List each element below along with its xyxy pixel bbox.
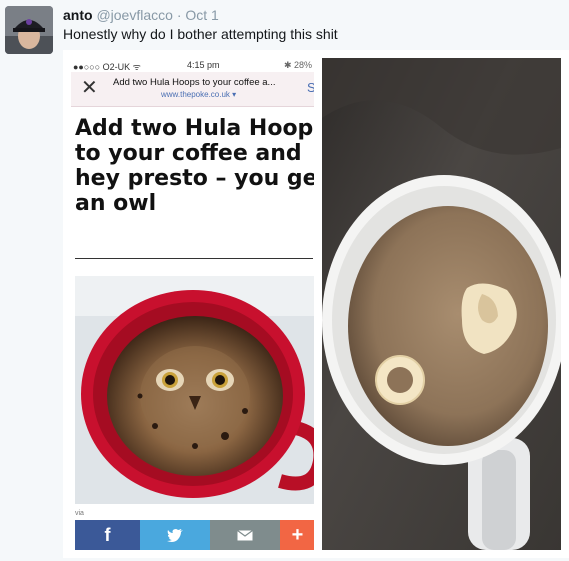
more-share-button[interactable]: +	[280, 520, 314, 550]
tweet-media[interactable]: ●●○○○ O2-UK ᯤ 4:15 pm ✱ 28% ✕ Add two Hu…	[63, 50, 569, 558]
author-name[interactable]: anto	[63, 7, 93, 23]
tweet-text: Honestly why do I bother attempting this…	[63, 26, 338, 42]
share-bar: f +	[75, 520, 314, 550]
avatar-image	[5, 6, 53, 54]
status-time: 4:15 pm	[187, 60, 220, 70]
browser-page-url: www.thepoke.co.uk ▾	[161, 90, 237, 99]
coffee-attempt-photo	[322, 58, 561, 550]
owl-coffee-photo	[75, 276, 314, 504]
facebook-share-button[interactable]: f	[75, 520, 140, 550]
plus-icon: +	[291, 523, 304, 546]
article-headline: Add two Hula Hoops to your coffee and he…	[75, 116, 314, 216]
meta-separator: ·	[176, 7, 182, 23]
facebook-icon: f	[104, 524, 111, 545]
tweet-date[interactable]: Oct 1	[185, 7, 218, 23]
share-icon: S	[307, 80, 314, 95]
twitter-bird-icon	[167, 529, 183, 542]
user-avatar[interactable]	[5, 6, 53, 54]
email-share-button[interactable]	[210, 520, 280, 550]
twitter-share-button[interactable]	[140, 520, 210, 550]
tweet-meta: anto @joevflacco · Oct 1	[63, 6, 219, 24]
browser-page-title: Add two Hula Hoops to your coffee a...	[113, 77, 276, 88]
email-icon	[237, 529, 253, 540]
close-icon: ✕	[81, 77, 98, 99]
headline-divider	[75, 258, 313, 259]
phone-status-bar: ●●○○○ O2-UK ᯤ 4:15 pm ✱ 28%	[71, 58, 314, 72]
browser-url-bar: ✕ Add two Hula Hoops to your coffee a...…	[71, 72, 314, 107]
battery-label: ✱ 28%	[283, 60, 312, 70]
phone-screenshot[interactable]: ●●○○○ O2-UK ᯤ 4:15 pm ✱ 28% ✕ Add two Hu…	[71, 58, 314, 550]
author-handle[interactable]: @joevflacco	[96, 7, 172, 23]
photo-credit: via	[75, 510, 84, 517]
